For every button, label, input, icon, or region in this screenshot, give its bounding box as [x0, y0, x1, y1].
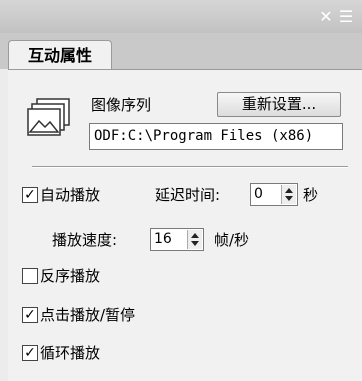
reverse-play-checkbox[interactable]: [22, 268, 38, 284]
loop-play-label: 循环播放: [40, 344, 101, 362]
speed-label: 播放速度:: [52, 231, 118, 249]
click-play-pause-checkbox[interactable]: ✓: [22, 307, 38, 323]
speed-stepper[interactable]: 16: [150, 228, 204, 251]
delay-stepper-arrows[interactable]: [281, 185, 296, 204]
sequence-path-field[interactable]: ODF:C:\Program Files (x86): [89, 123, 343, 150]
loop-play-checkbox[interactable]: ✓: [22, 345, 38, 361]
autoplay-label: 自动播放: [40, 186, 101, 204]
click-play-pause-label: 点击播放/暂停: [40, 306, 136, 324]
delay-stepper[interactable]: 0: [250, 183, 298, 206]
image-sequence-icon: [27, 98, 70, 136]
delay-label: 延迟时间:: [155, 186, 221, 204]
speed-value: 16: [154, 231, 172, 247]
close-icon[interactable]: ✕: [318, 9, 334, 25]
speed-stepper-arrows[interactable]: [187, 230, 202, 249]
panel-title-bar: ✕ ☰: [0, 0, 362, 33]
panel-menu-icon[interactable]: ☰: [338, 9, 354, 25]
reverse-play-label: 反序播放: [40, 267, 101, 285]
speed-unit: 帧/秒: [214, 231, 250, 249]
interaction-properties-panel: ✕ ☰ 互动属性 图像序列 重新设置... ODF:C:\Program Fil…: [0, 0, 362, 381]
delay-value: 0: [254, 186, 263, 202]
divider: [32, 166, 348, 168]
tab-interaction-properties[interactable]: 互动属性: [8, 40, 112, 70]
autoplay-checkbox[interactable]: ✓: [22, 187, 38, 203]
reset-button[interactable]: 重新设置...: [217, 92, 341, 117]
delay-unit: 秒: [303, 186, 319, 204]
image-sequence-label: 图像序列: [91, 96, 152, 114]
